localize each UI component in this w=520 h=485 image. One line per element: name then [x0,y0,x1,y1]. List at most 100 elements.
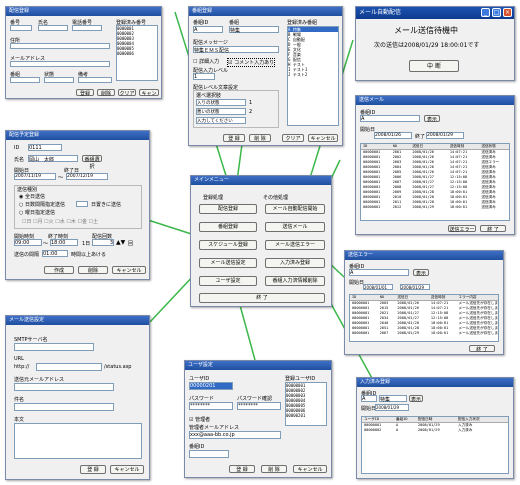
menu-sentmail-button[interactable]: 送信メール [265,222,325,232]
program-message-input[interactable]: 特集ＥＭＳ配信 [193,46,279,54]
list-item[interactable]: 00000201 [286,413,326,418]
user-list[interactable]: 00000001 00000002 00000003 00000004 0000… [285,382,327,426]
reg-cancel-button[interactable]: キャンセル [139,89,159,97]
reg-status-input[interactable] [44,77,74,83]
reg-name-input[interactable] [38,25,68,31]
table-row[interactable]: 00000002 A 2008/01/29 入力済み [362,428,508,433]
mailsetting-subject-input[interactable] [14,403,114,411]
reg-delete-button[interactable]: 削除 [97,89,115,97]
schedule-weekdays[interactable]: ☐日 ☐月 ☐火 ☐水 ☐木 ☐金 ☐土 [22,218,98,225]
menu-delete-entered-button[interactable]: 番組入力済情報削除 [265,276,325,286]
reg-phone-input[interactable] [72,25,102,31]
program-detail-checkbox[interactable]: ☐ 詳細入力 [193,58,219,65]
menu-registration-button[interactable]: 配信登録 [199,204,257,214]
reg-list[interactable]: 0000001 0000002 0000003 0000004 0000005 … [116,25,158,81]
reg-clear-button[interactable]: クリア [118,89,136,97]
program-delete-button[interactable]: 削 除 [249,134,271,142]
reg-register-button[interactable]: 登録 [76,89,94,97]
error-from-input[interactable]: 2008/01/01 [363,284,393,290]
menu-user-button[interactable]: ユーザ設定 [199,276,257,286]
schedule-daily-input[interactable] [76,201,88,207]
schedule-option-2[interactable]: ○ 曜日指定送信 [19,209,55,216]
sentmail-show-button[interactable]: 表示 [424,115,440,123]
user-id-input[interactable]: 00000201 [189,382,233,390]
menu-schedule-button[interactable]: スケジュール登録 [199,240,257,250]
program-register-button[interactable]: 登 録 [223,134,245,142]
entered-date-input[interactable]: 2008/01/29 [375,404,409,411]
menu-program-button[interactable]: 番組登録 [199,222,257,232]
menu-autosend-button[interactable]: メール自動配信開始 [265,204,325,214]
program-list[interactable]: A 特集 B 戦場 C 自動配 D 一般 E 文化 F 音楽 G 配信 H テス… [287,26,339,126]
error-program-select[interactable]: A [349,269,409,276]
program-level-row-1[interactable]: 悪いの状態 [196,108,246,115]
list-item[interactable]: J テスト2 [288,72,338,77]
error-close-button[interactable]: 終 了 [469,345,495,353]
program-level-row-0[interactable]: 入りの状態 [196,99,246,106]
close-icon[interactable]: × [503,8,512,17]
user-memo-input[interactable] [189,450,229,458]
menu-error-button[interactable]: メール送信エラー [265,240,325,250]
schedule-id-input[interactable]: 0111 [28,144,62,151]
sentmail-program-select[interactable]: A [360,115,420,122]
schedule-end-input[interactable]: 2007/12/19 [66,173,108,180]
table-row[interactable]: 00000001 2012 2008/01/29 18:00:01 送信済み [361,205,509,210]
maximize-icon[interactable]: □ [492,8,501,17]
schedule-cancel-button[interactable]: キャンセル [112,266,146,274]
reg-memo-input[interactable] [78,77,112,83]
program-id-input[interactable]: A [193,26,223,33]
user-delete-button[interactable]: 削 除 [261,465,287,473]
entered-program-id[interactable]: A [361,395,377,402]
error-to-input[interactable]: 2008/01/29 [400,284,430,290]
mailsetting-url-input[interactable] [36,363,102,371]
user-cancel-button[interactable]: キャンセル [293,465,327,473]
minimize-icon[interactable]: _ [481,8,490,17]
schedule-time-start-input[interactable]: 09:00 [14,239,42,246]
user-pw2-input[interactable]: ******** [237,402,281,410]
program-level-input[interactable]: 1 [193,73,215,80]
sentmail-table[interactable]: ID NO 送信日 送信時刻 送信状態 00000001 2001 2008/01/26 14:… [360,143,510,221]
spinner-icon[interactable]: ▲▼ [116,239,125,246]
error-table[interactable]: ID NO 送信日 送信時刻 エラー内容 00000001 2003 2008/01/26 14… [349,294,499,342]
mailsetting-from-input[interactable] [14,383,114,391]
schedule-gap-input[interactable]: 01:00 [42,250,68,257]
reg-program-input[interactable] [10,77,40,83]
reg-address-input[interactable] [10,43,110,49]
program-comment-checkbox[interactable]: ☑ コメント入力あり [227,58,276,67]
menu-exit-button[interactable]: 終 了 [199,293,325,303]
mailsetting-smtp-input[interactable] [14,343,94,351]
entered-show-button[interactable]: 表示 [409,395,423,403]
schedule-create-button[interactable]: 作成 [44,266,74,274]
schedule-start-input[interactable]: 2007/11/19 [14,173,56,180]
program-clear-button[interactable]: クリア [282,134,304,142]
reg-number-input[interactable] [10,25,32,31]
user-mail-input[interactable]: xxx@aaa-bb.co.jp [189,431,281,439]
sentmail-to-input[interactable]: 2008/01/29 [426,132,464,139]
menu-entered-button[interactable]: 入力済み登録 [265,258,325,268]
sentmail-from-input[interactable]: 2008/01/26 [374,132,412,139]
schedule-interval-input[interactable]: 3 [92,239,114,246]
reg-email-input[interactable] [10,61,110,67]
mailsetting-cancel-button[interactable]: キャンセル [110,465,144,474]
sentmail-error-button[interactable]: 送信エラー [448,225,476,233]
schedule-time-end-input[interactable]: 18:00 [50,239,78,246]
menu-mailsetting-button[interactable]: メール送信設定 [199,258,257,268]
mailsetting-body-textarea[interactable] [14,423,142,459]
mailsetting-save-button[interactable]: 登 録 [80,465,106,474]
schedule-select-button[interactable]: 番組選択 [82,155,102,170]
schedule-option-0[interactable]: ◉ 全日送信 [19,193,45,200]
schedule-name-input[interactable]: 岡山 太郎 [28,155,78,163]
entered-program-name[interactable]: 特集 [379,395,407,403]
entered-table[interactable]: ユーザID 番組ID 配信日時 配信入力状況 00000001 A 2008/01/29 入力… [361,416,509,474]
program-name-input[interactable]: 特集 [229,26,279,34]
list-item[interactable]: 0000006 [117,51,157,56]
schedule-option-1[interactable]: ○ 日数間隔指定送信 [19,201,65,208]
table-row[interactable]: 00000001 2067 2008/01/29 18:00:01 メール送信先が存在し… [350,331,498,336]
user-admin-checkbox[interactable]: ☑ 管理者 [189,416,210,423]
autosend-stop-button[interactable]: 中 断 [409,60,459,72]
schedule-delete-button[interactable]: 削除 [78,266,108,274]
sentmail-close-button[interactable]: 終 了 [480,225,506,233]
error-show-button[interactable]: 表示 [413,269,429,277]
program-cancel-button[interactable]: キャンセル [308,134,338,142]
user-save-button[interactable]: 登 録 [229,465,255,473]
user-pw-input[interactable]: ******** [189,402,233,410]
